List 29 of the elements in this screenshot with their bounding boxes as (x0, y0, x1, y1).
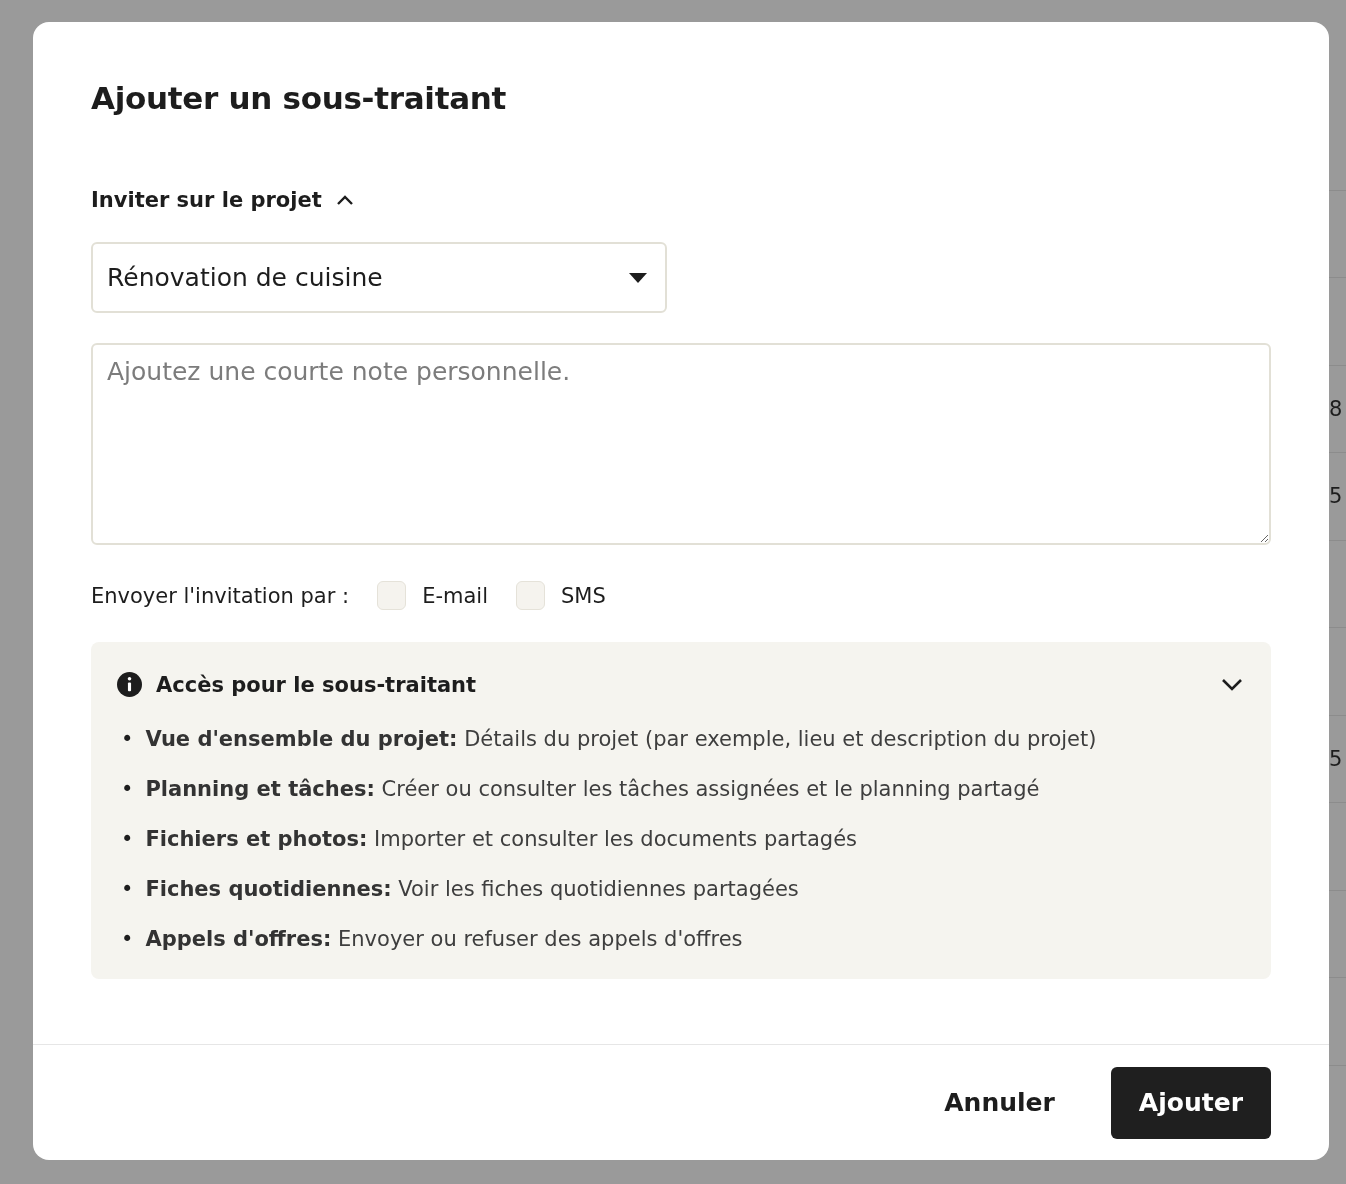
access-item: Vue d'ensemble du projet: Détails du projet (par exemple, lieu et description du projet) (145, 726, 1097, 753)
bullet: • (121, 876, 134, 903)
background-cell-text: 5 (1329, 484, 1343, 509)
background-cell-text: 5 (1329, 746, 1343, 771)
primary-button[interactable]: Ajouter (1110, 1066, 1271, 1139)
send-by-label: Envoyer l'invitation par : (91, 583, 350, 608)
checkbox[interactable] (515, 581, 545, 610)
caret-down-icon (629, 272, 647, 283)
bullet: • (121, 776, 134, 803)
project-select[interactable]: Rénovation de cuisine (91, 242, 667, 313)
cancel-button[interactable]: Annuler (928, 1066, 1071, 1139)
invite-section-toggle[interactable]: Inviter sur le projet (91, 188, 354, 212)
dialog-title: Ajouter un sous-traitant (91, 80, 508, 116)
bullet: • (121, 826, 134, 853)
bullet: • (121, 926, 134, 953)
access-item: Fiches quotidiennes: Voir les fiches quotidiennes partagées (145, 876, 799, 903)
checkbox[interactable] (377, 581, 407, 610)
chevron-up-icon (335, 194, 354, 206)
note-field[interactable]: Ajoutez une courte note personnelle. (91, 343, 1271, 545)
access-item: Planning et tâches: Créer ou consulter les tâches assignées et le planning partagé (145, 776, 1040, 803)
background-cell-text: 8 (1329, 396, 1343, 421)
access-item: Fichiers et photos: Importer et consulter les documents partagés (145, 826, 858, 853)
chevron-down-icon[interactable] (1221, 678, 1243, 691)
checkbox-label: SMS (560, 583, 606, 608)
bullet: • (121, 726, 134, 753)
access-panel-title: Accès pour le sous-traitant (156, 672, 478, 697)
checkbox-label: E-mail (422, 583, 488, 608)
access-item: Appels d'offres: Envoyer ou refuser des appels d'offres (145, 926, 743, 953)
info-icon (117, 672, 142, 697)
